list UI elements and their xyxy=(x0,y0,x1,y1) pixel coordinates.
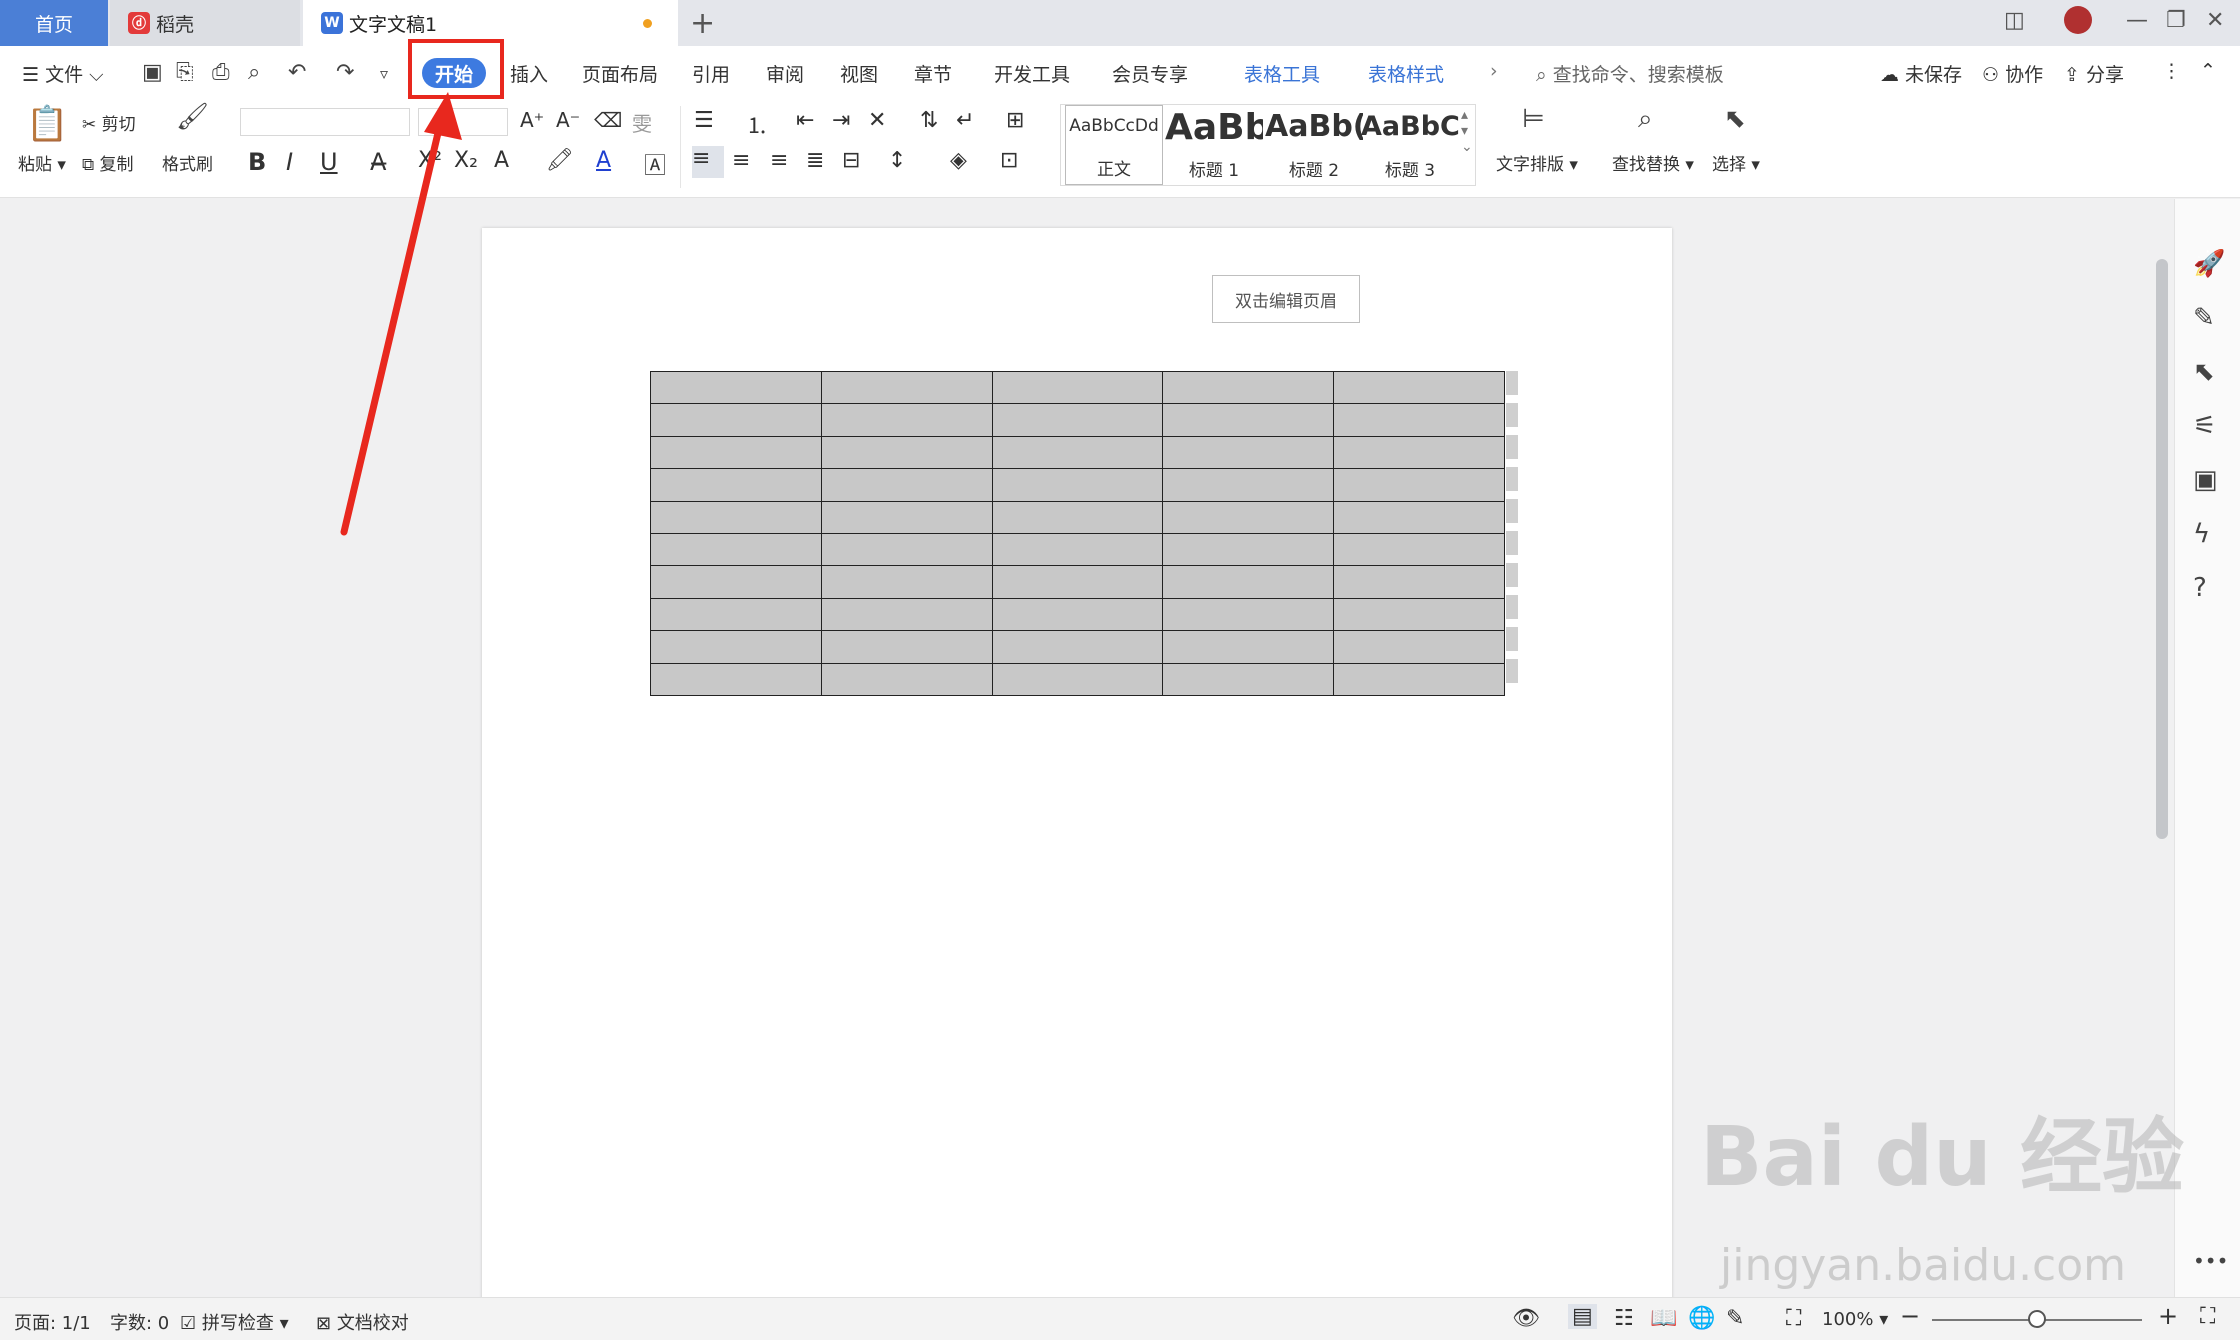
baidu-watermark-url: jingyan.baidu.com xyxy=(1720,1240,2127,1291)
baidu-watermark-logo: Bai du 经验 xyxy=(1700,1110,2185,1205)
